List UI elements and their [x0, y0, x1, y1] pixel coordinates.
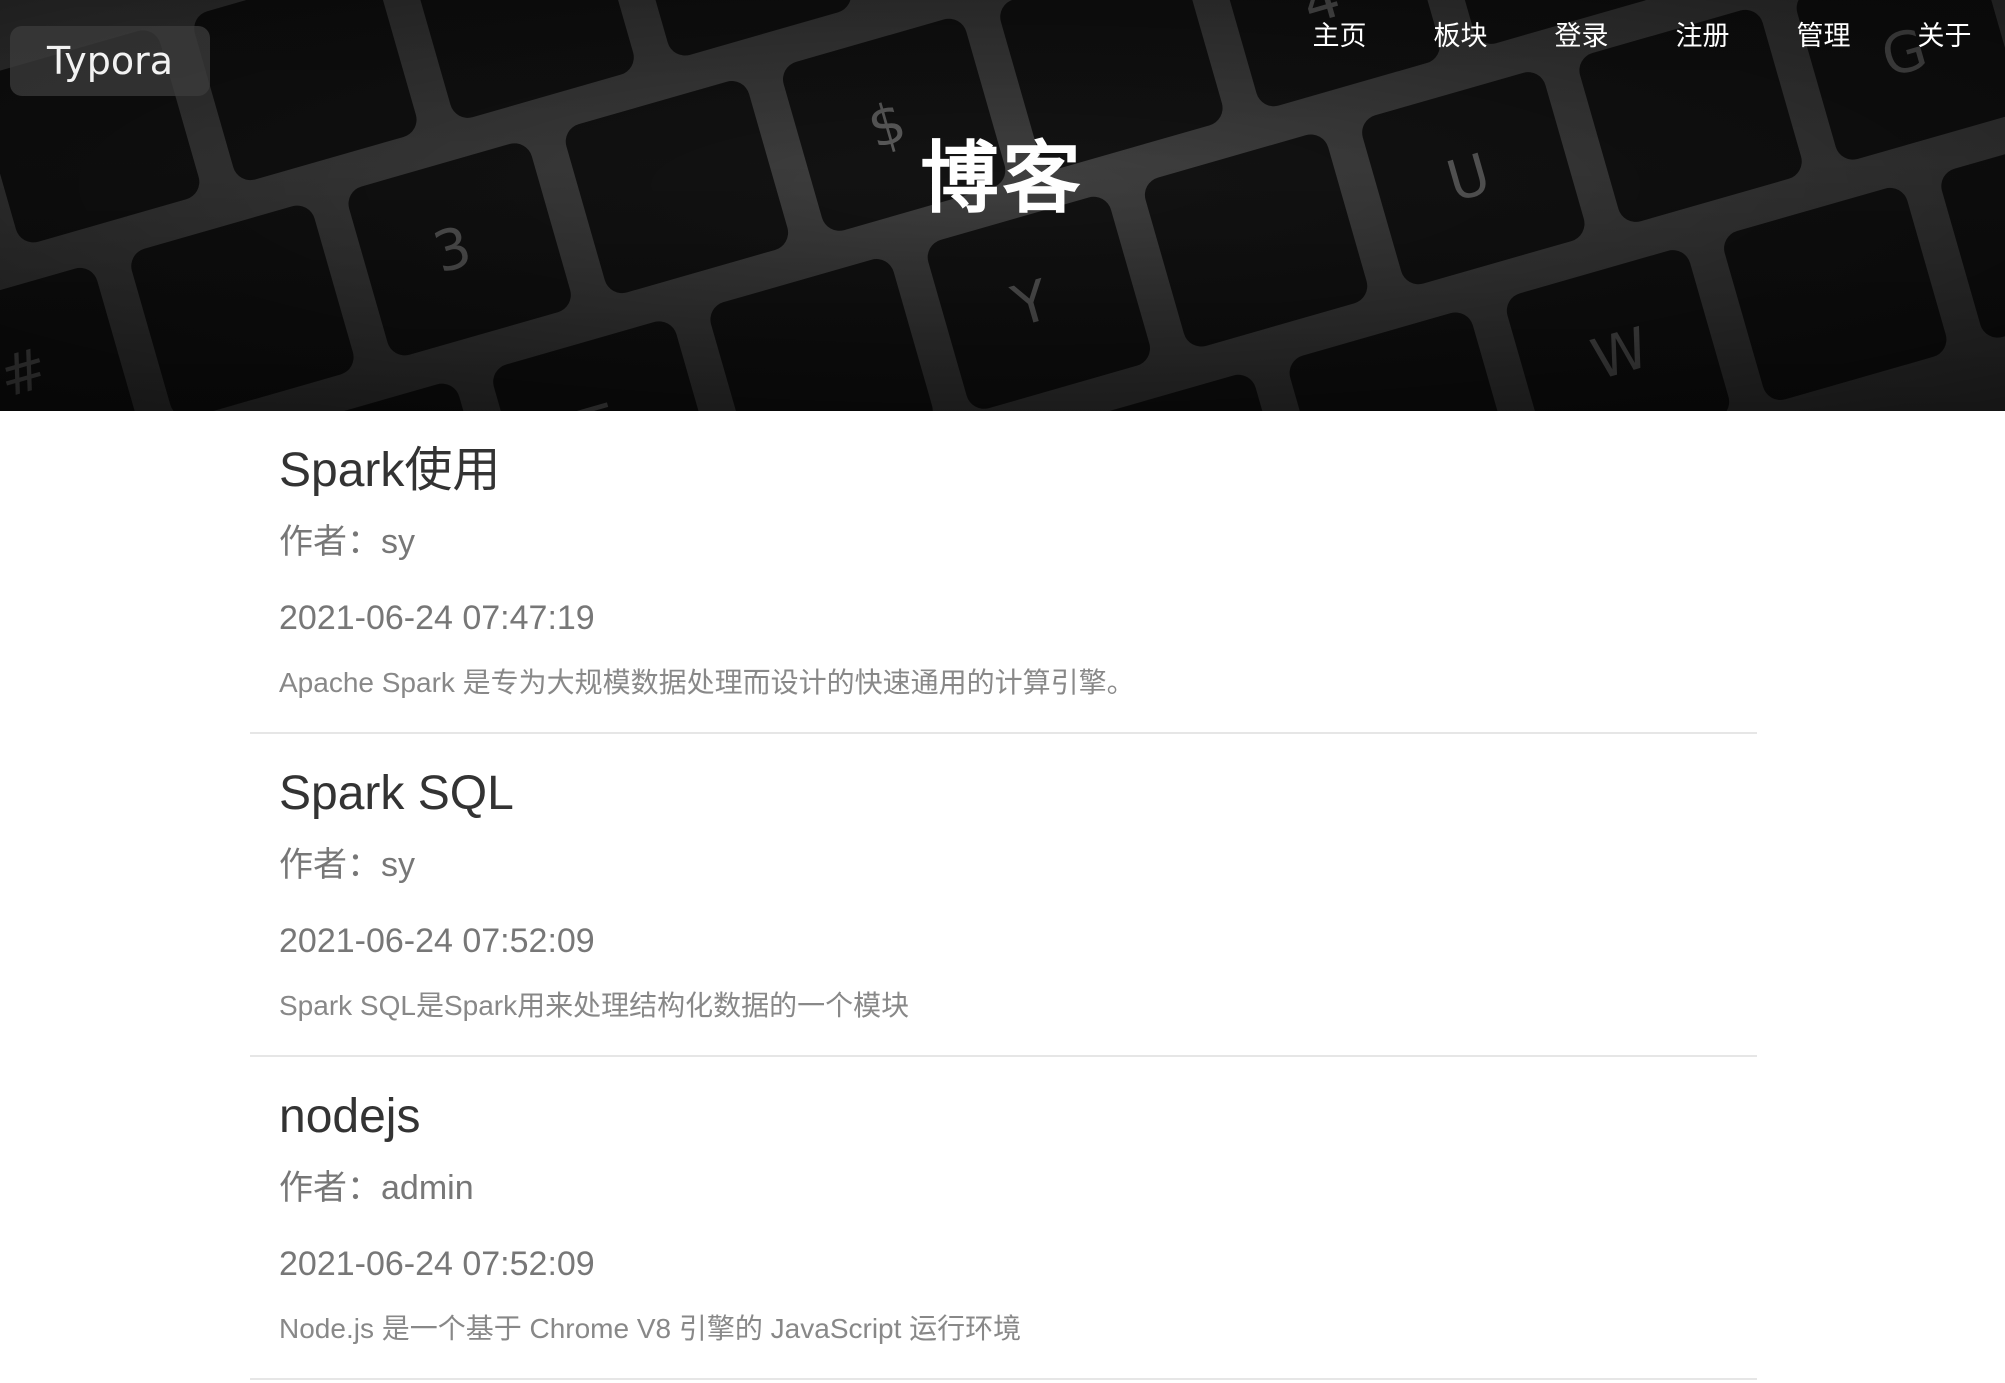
brand-logo-link[interactable]: Typora — [10, 26, 210, 96]
post-date: 2021-06-24 07:47:19 — [279, 599, 595, 637]
post-list: Spark使用 作者：sy 2021-06-24 07:47:19 Apache… — [250, 411, 1757, 1380]
post-title-link[interactable]: nodejs — [279, 1087, 420, 1147]
page-title: 博客 — [920, 134, 1085, 223]
nav-item-home[interactable]: 主页 — [1279, 14, 1400, 58]
nav-item-admin[interactable]: 管理 — [1763, 14, 1884, 58]
nav-item-register[interactable]: 注册 — [1642, 14, 1763, 58]
nav-item-about[interactable]: 关于 — [1884, 14, 2005, 58]
post-author: 作者：sy — [279, 523, 415, 561]
post-item: nodejs 作者：admin 2021-06-24 07:52:09 Node… — [250, 1057, 1757, 1380]
post-date: 2021-06-24 07:52:09 — [279, 922, 595, 960]
hero-header: #3$45ERTYUGHJKLW Typora 主页 板块 登录 注册 管理 关… — [0, 0, 2005, 411]
post-item: Spark使用 作者：sy 2021-06-24 07:47:19 Apache… — [250, 411, 1757, 734]
nav-item-login[interactable]: 登录 — [1521, 14, 1642, 58]
post-summary: Apache Spark 是专为大规模数据处理而设计的快速通用的计算引擎。 — [279, 667, 1135, 698]
blog-page: #3$45ERTYUGHJKLW Typora 主页 板块 登录 注册 管理 关… — [0, 0, 2005, 1383]
post-item: Spark SQL 作者：sy 2021-06-24 07:52:09 Spar… — [250, 734, 1757, 1057]
post-date: 2021-06-24 07:52:09 — [279, 1245, 595, 1283]
post-title-link[interactable]: Spark使用 — [279, 441, 500, 501]
post-author: 作者：sy — [279, 846, 415, 884]
top-nav: 主页 板块 登录 注册 管理 关于 — [1279, 14, 2005, 58]
post-author: 作者：admin — [279, 1169, 474, 1207]
post-title-link[interactable]: Spark SQL — [279, 764, 514, 824]
post-summary: Spark SQL是Spark用来处理结构化数据的一个模块 — [279, 990, 910, 1021]
nav-item-sections[interactable]: 板块 — [1400, 14, 1521, 58]
post-summary: Node.js 是一个基于 Chrome V8 引擎的 JavaScript 运… — [279, 1313, 1022, 1344]
